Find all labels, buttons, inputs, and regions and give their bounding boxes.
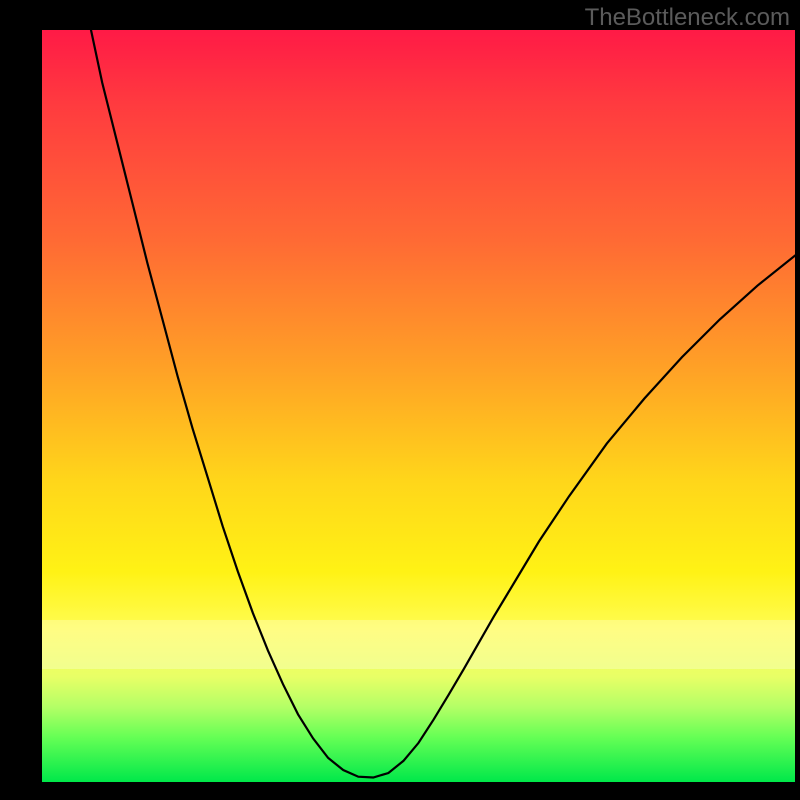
dot-markers	[254, 607, 501, 778]
chart-frame: TheBottleneck.com	[0, 0, 800, 800]
dot-marker	[326, 758, 339, 768]
curve-line	[89, 30, 795, 778]
dot-marker	[333, 764, 346, 773]
plot-area	[42, 30, 795, 782]
watermark-text: TheBottleneck.com	[585, 4, 790, 32]
chart-overlay	[42, 30, 795, 782]
